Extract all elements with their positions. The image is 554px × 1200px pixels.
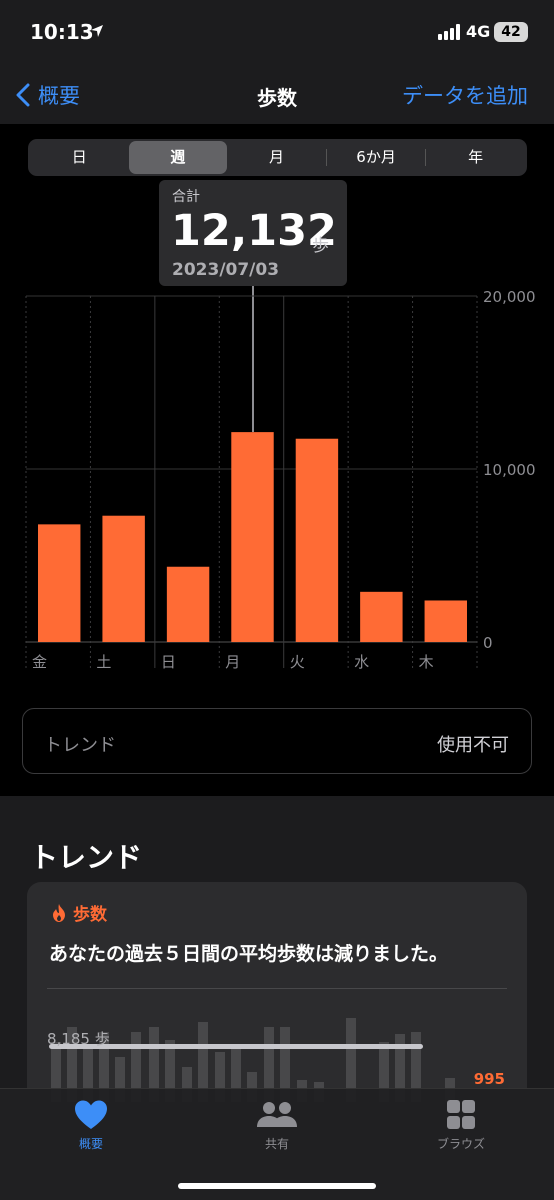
selection-tooltip: 合計 12,132 歩 2023/07/03 [159,180,347,286]
steps-bar-chart[interactable]: 金 土 日 月 火 水 木 20,000 10,000 0 [0,286,554,676]
tab-summary-label: 概要 [78,1137,103,1151]
network-type: 4G [466,22,491,41]
tab-browse[interactable]: ブラウズ [401,1099,521,1152]
add-data-button[interactable]: データを追加 [402,80,528,110]
people-icon [257,1102,297,1127]
back-label: 概要 [38,84,80,108]
trend-latest-value: 995 [473,1070,505,1088]
chart-x-tick-label: 土 [96,653,111,671]
segment-week[interactable]: 週 [128,141,228,174]
battery-indicator: 42 [494,22,528,42]
chart-bar [102,515,145,642]
segment-day[interactable]: 日 [30,141,129,174]
tab-summary[interactable]: 概要 [31,1099,151,1152]
chart-x-tick-label: 月 [225,653,240,671]
trend-row[interactable]: トレンド 使用不可 [22,708,532,774]
chart-y-tick-label: 0 [483,634,493,652]
chart-x-tick-label: 金 [32,653,47,671]
chart-bar [424,600,467,642]
chart-bar [295,438,339,642]
heart-icon [75,1100,107,1129]
status-bar: 10:13 4G 42 [0,0,554,64]
trend-row-label: トレンド [44,735,116,756]
chart-x-tick-label: 水 [354,653,369,671]
home-indicator [178,1183,376,1189]
segment-year[interactable]: 年 [426,141,525,174]
tab-sharing[interactable]: 共有 [217,1099,337,1152]
tab-sharing-label: 共有 [264,1137,289,1151]
trend-row-value: 使用不可 [437,735,509,756]
chart-x-tick-label: 火 [290,653,305,671]
cellular-signal-icon [438,24,460,40]
chart-bar [166,566,210,642]
grid-icon [447,1100,475,1129]
tooltip-date: 2023/07/03 [172,260,280,280]
tooltip-unit: 歩 [312,236,329,256]
chevron-left-icon [16,83,30,107]
segment-six-months[interactable]: 6か月 [327,141,426,174]
chart-x-tick-label: 木 [419,653,434,671]
tab-browse-label: ブラウズ [436,1137,485,1151]
location-arrow-icon [91,25,103,37]
navigation-bar: 概要 歩数 データを追加 [0,64,554,124]
segment-month[interactable]: 月 [227,141,326,174]
chart-y-tick-label: 10,000 [483,461,536,479]
time-range-segmented-control: 日 週 月 6か月 年 [28,139,527,176]
chart-bar [360,591,403,642]
back-button[interactable]: 概要 [16,80,80,110]
trend-average-label: 8,185 歩 [47,1030,110,1048]
chart-y-tick-label: 20,000 [483,288,536,306]
trends-heading: トレンド [30,841,143,874]
chart-bar [38,524,81,642]
status-time: 10:13 [30,20,94,44]
chart-bar [231,432,274,642]
chart-canvas: 金 土 日 月 火 水 木 20,000 10,000 0 [25,288,536,671]
chart-x-tick-label: 日 [161,653,176,671]
tooltip-label: 合計 [172,189,200,205]
